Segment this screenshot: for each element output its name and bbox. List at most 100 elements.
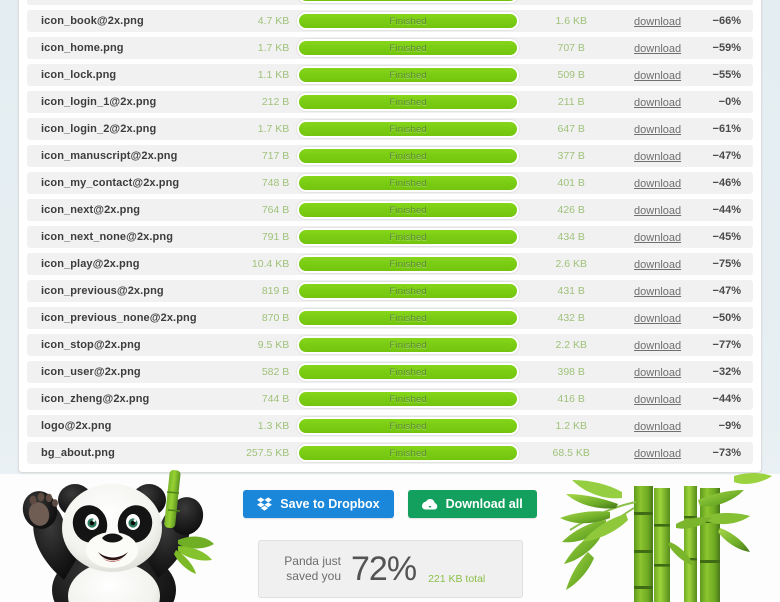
status-label: Finished: [389, 42, 427, 54]
original-size: 1.1 KB: [257, 69, 290, 81]
savings-percent-cell: −45%: [712, 231, 741, 243]
savings-percent-cell: −55%: [712, 69, 741, 81]
table-row: icon_play@2x.png 10.4 KB Finished 2.6 KB dow…: [27, 253, 753, 275]
download-link[interactable]: download: [634, 70, 681, 82]
table-row: icon_back@2x.png2.3 KBFinished1.1 KBdown…: [27, 0, 753, 5]
progress-bar: Finished: [297, 255, 520, 273]
download-link[interactable]: download: [634, 151, 681, 163]
file-name: icon_previous_none@2x.png: [41, 312, 197, 324]
compressed-size: 377 B: [557, 150, 585, 162]
download-link[interactable]: download: [634, 0, 681, 1]
progress-bar-cell: Finished: [289, 228, 527, 246]
table-row: icon_login_1@2x.png 212 B Finished 211 B dow…: [27, 91, 753, 113]
savings-percent-cell: −66%: [712, 15, 741, 27]
download-link[interactable]: download: [634, 448, 681, 460]
progress-bar: Finished: [297, 228, 520, 246]
status-label: Finished: [389, 69, 427, 81]
download-link[interactable]: download: [634, 394, 681, 406]
progress-bar: Finished: [297, 174, 520, 192]
compressed-size: 707 B: [557, 42, 585, 54]
file-name: icon_zheng@2x.png: [41, 393, 150, 405]
compressed-size: 398 B: [557, 366, 585, 378]
progress-bar-cell: Finished: [289, 93, 527, 111]
file-name: icon_previous@2x.png: [41, 285, 164, 297]
compressed-size: 509 B: [557, 69, 585, 81]
download-link[interactable]: download: [634, 43, 681, 55]
original-size: 582 B: [261, 366, 290, 378]
compressed-size: 2.2 KB: [555, 339, 587, 351]
compressed-size: 426 B: [557, 204, 585, 216]
status-label: Finished: [389, 366, 427, 378]
download-cell: download: [615, 201, 699, 219]
compressed-size: 1.2 KB: [555, 420, 587, 432]
original-size: 748 B: [261, 177, 290, 189]
status-label: Finished: [389, 258, 427, 270]
download-link[interactable]: download: [634, 97, 681, 109]
compressed-size: 401 B: [557, 177, 585, 189]
download-all-button[interactable]: Download all: [407, 490, 537, 518]
status-label: Finished: [389, 447, 427, 459]
download-link[interactable]: download: [634, 313, 681, 325]
download-link[interactable]: download: [634, 286, 681, 298]
file-name: icon_login_1@2x.png: [41, 96, 157, 108]
table-row: icon_user@2x.png 582 B Finished 398 B downlo…: [27, 361, 753, 383]
savings-percent: 72%: [351, 550, 417, 588]
status-label: Finished: [389, 204, 427, 216]
progress-bar-cell: Finished: [289, 174, 527, 192]
table-row: icon_previous_none@2x.png 870 B Finished 43…: [27, 307, 753, 329]
progress-bar-cell: Finished: [289, 201, 527, 219]
download-link[interactable]: download: [634, 340, 681, 352]
table-row: bg_about.png 257.5 KB Finished 68.5 KB downl…: [27, 442, 753, 464]
download-link[interactable]: download: [634, 259, 681, 271]
table-row: icon_my_contact@2x.png 748 B Finished 401 B…: [27, 172, 753, 194]
original-size: 10.4 KB: [251, 258, 290, 270]
compressed-size: 416 B: [557, 393, 585, 405]
download-link[interactable]: download: [634, 205, 681, 217]
savings-percent-cell: −0%: [718, 96, 741, 108]
download-cell: download: [615, 309, 699, 327]
save-to-dropbox-button[interactable]: Save to Dropbox: [243, 490, 394, 518]
table-row: icon_home.png 1.7 KB Finished 707 B download…: [27, 37, 753, 59]
table-row: icon_manuscript@2x.png 717 B Finished 377 B…: [27, 145, 753, 167]
status-label: Finished: [389, 312, 427, 324]
progress-bar-cell: Finished: [289, 390, 527, 408]
progress-bar: Finished: [297, 0, 520, 3]
progress-bar: Finished: [297, 93, 520, 111]
cloud-download-icon: [421, 498, 438, 511]
progress-bar: Finished: [297, 147, 520, 165]
app-root: icon_back@2x.png2.3 KBFinished1.1 KBdown…: [0, 0, 780, 602]
download-cell: download: [615, 147, 699, 165]
download-link[interactable]: download: [634, 421, 681, 433]
progress-bar: Finished: [297, 309, 520, 327]
file-name: icon_book@2x.png: [41, 15, 144, 27]
download-link[interactable]: download: [634, 16, 681, 28]
savings-percent-cell: −44%: [712, 204, 741, 216]
table-row: icon_next_none@2x.png 791 B Finished 434 B d…: [27, 226, 753, 248]
original-size: 212 B: [261, 96, 290, 108]
file-name: icon_manuscript@2x.png: [41, 150, 178, 162]
download-cell: download: [615, 66, 699, 84]
progress-bar: Finished: [297, 417, 520, 435]
savings-summary: Panda just saved you 72% 221 KB total: [258, 540, 523, 598]
progress-bar: Finished: [297, 444, 520, 462]
compressed-size: 431 B: [557, 285, 585, 297]
savings-percent-cell: −9%: [718, 420, 741, 432]
dropbox-icon: [257, 497, 273, 511]
table-row: icon_next@2x.png 764 B Finished 426 B downlo…: [27, 199, 753, 221]
savings-percent-cell: −75%: [712, 258, 741, 270]
savings-total: 221 KB total: [428, 573, 486, 585]
progress-bar-cell: Finished: [289, 282, 527, 300]
download-cell: download: [615, 444, 699, 462]
download-cell: download: [615, 390, 699, 408]
file-name: icon_my_contact@2x.png: [41, 177, 180, 189]
download-link[interactable]: download: [634, 232, 681, 244]
download-link[interactable]: download: [634, 367, 681, 379]
compressed-size: 1.6 KB: [555, 15, 587, 27]
progress-bar-cell: Finished: [289, 255, 527, 273]
file-list-panel: icon_back@2x.png2.3 KBFinished1.1 KBdown…: [18, 0, 762, 473]
progress-bar: Finished: [297, 336, 520, 354]
status-label: Finished: [389, 177, 427, 189]
table-row: icon_stop@2x.png 9.5 KB Finished 2.2 KB down…: [27, 334, 753, 356]
download-link[interactable]: download: [634, 178, 681, 190]
download-link[interactable]: download: [634, 124, 681, 136]
